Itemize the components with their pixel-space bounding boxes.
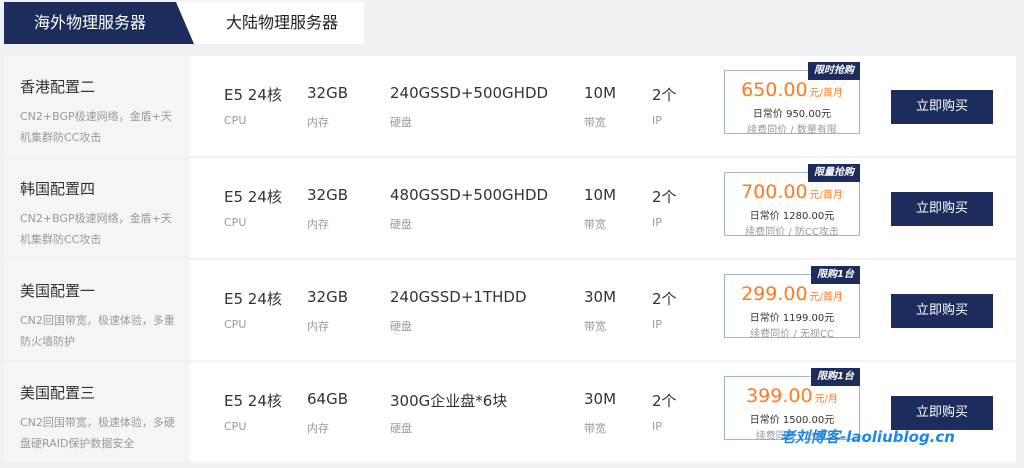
regular-price: 日常价 950.00元	[752, 109, 832, 120]
bandwidth-value: 10M	[584, 84, 617, 102]
price: 650.00 元/首月	[725, 79, 859, 101]
disk-value: 240GSSD+1THDD	[390, 288, 527, 306]
price-amount: 700.00	[741, 181, 808, 203]
row-info: 美国配置三 CN2回国带宽，极速体验，多硬盘硬RAID保护数据安全	[4, 362, 190, 462]
ip-label: IP	[652, 216, 662, 229]
promo-tag: 限购1台	[811, 266, 860, 284]
ip-label: IP	[652, 420, 662, 433]
bandwidth-label: 带宽	[584, 422, 606, 435]
renewal-note: 续费同价 / 数量有限	[747, 125, 837, 136]
tab-overseas-servers[interactable]: 海外物理服务器	[4, 2, 194, 44]
ram-value: 32GB	[307, 84, 349, 102]
ip-value: 2个	[652, 392, 677, 410]
config-title: 香港配置二	[20, 78, 96, 96]
price-box: 限购1台 299.00 元/首月 日常价 1199.00元 续费同价 / 无视CC	[724, 266, 860, 340]
table-row: 美国配置一 CN2回国带宽，极速体验，多重防火墙防护 E5 24核 CPU 32GB…	[4, 260, 1016, 360]
promo-tag: 限量抢购	[808, 164, 860, 182]
bandwidth-value: 30M	[584, 288, 617, 306]
row-info: 韩国配置四 CN2+BGP极速网络，金盾+天机集群防CC攻击	[4, 158, 190, 258]
ram-label: 内存	[307, 218, 329, 231]
buy-now-button[interactable]: 立即购买	[891, 294, 993, 328]
ram-value: 64GB	[307, 390, 349, 408]
cpu-label: CPU	[224, 114, 247, 127]
price: 299.00 元/首月	[725, 283, 859, 305]
price: 700.00 元/首月	[725, 181, 859, 203]
price-unit: 元/首月	[809, 190, 843, 201]
ip-value: 2个	[652, 290, 677, 308]
regular-price: 日常价 1280.00元	[749, 211, 835, 222]
cpu-value: E5 24核	[224, 290, 282, 308]
price-amount: 399.00	[746, 385, 813, 407]
bandwidth-value: 10M	[584, 186, 617, 204]
table-row: 韩国配置四 CN2+BGP极速网络，金盾+天机集群防CC攻击 E5 24核 CPU…	[4, 158, 1016, 258]
price-unit: 元/首月	[809, 88, 843, 99]
table-row: 香港配置二 CN2+BGP极速网络，金盾+天机集群防CC攻击 E5 24核 CPU…	[4, 56, 1016, 156]
cpu-value: E5 24核	[224, 188, 282, 206]
regular-price: 日常价 1199.00元	[749, 313, 835, 324]
price-amount: 299.00	[741, 283, 808, 305]
config-description: CN2+BGP极速网络，金盾+天机集群防CC攻击	[20, 110, 172, 144]
price-box: 限时抢购 650.00 元/首月 日常价 950.00元 续费同价 / 数量有限	[724, 62, 860, 136]
ram-label: 内存	[307, 320, 329, 333]
buy-now-button[interactable]: 立即购买	[891, 90, 993, 124]
price-unit: 元/月	[814, 394, 838, 405]
ram-value: 32GB	[307, 186, 349, 204]
ip-label: IP	[652, 114, 662, 127]
cpu-label: CPU	[224, 420, 247, 433]
bandwidth-label: 带宽	[584, 320, 606, 333]
config-description: CN2回国带宽，极速体验，多硬盘硬RAID保护数据安全	[20, 416, 175, 450]
regular-price: 日常价 1500.00元	[749, 415, 835, 426]
disk-value: 240GSSD+500GHDD	[390, 84, 549, 102]
row-info: 美国配置一 CN2回国带宽，极速体验，多重防火墙防护	[4, 260, 190, 360]
price: 399.00 元/月	[725, 385, 859, 407]
promo-tag: 限购1台	[811, 368, 860, 386]
renewal-note: 续费同价 / 无视CC	[750, 329, 834, 340]
renewal-note: 续费同价 / 防CC攻击	[745, 227, 839, 238]
config-title: 美国配置一	[20, 282, 96, 300]
row-info: 香港配置二 CN2+BGP极速网络，金盾+天机集群防CC攻击	[4, 56, 190, 156]
config-description: CN2+BGP极速网络，金盾+天机集群防CC攻击	[20, 212, 172, 246]
cpu-value: E5 24核	[224, 392, 282, 410]
watermark: 老刘博客-laoliublog.cn	[780, 428, 955, 446]
config-title: 韩国配置四	[20, 180, 96, 198]
bandwidth-label: 带宽	[584, 116, 606, 129]
disk-value: 300G企业盘*6块	[390, 392, 508, 410]
buy-now-button[interactable]: 立即购买	[891, 192, 993, 226]
promo-tag: 限时抢购	[808, 62, 860, 80]
disk-label: 硬盘	[390, 218, 412, 231]
ram-label: 内存	[307, 116, 329, 129]
disk-label: 硬盘	[390, 320, 412, 333]
ip-value: 2个	[652, 188, 677, 206]
disk-value: 480GSSD+500GHDD	[390, 186, 549, 204]
price-unit: 元/首月	[809, 292, 843, 303]
buy-now-button[interactable]: 立即购买	[891, 396, 993, 430]
disk-label: 硬盘	[390, 422, 412, 435]
ram-value: 32GB	[307, 288, 349, 306]
config-description: CN2回国带宽，极速体验，多重防火墙防护	[20, 314, 175, 348]
price-box: 限量抢购 700.00 元/首月 日常价 1280.00元 续费同价 / 防CC攻…	[724, 164, 860, 238]
disk-label: 硬盘	[390, 116, 412, 129]
ip-value: 2个	[652, 86, 677, 104]
config-title: 美国配置三	[20, 384, 96, 402]
table-row: 美国配置三 CN2回国带宽，极速体验，多硬盘硬RAID保护数据安全 E5 24核…	[4, 362, 1016, 462]
cpu-label: CPU	[224, 318, 247, 331]
cpu-label: CPU	[224, 216, 247, 229]
bandwidth-label: 带宽	[584, 218, 606, 231]
server-tabs: 大陆物理服务器 海外物理服务器	[4, 2, 364, 44]
ram-label: 内存	[307, 422, 329, 435]
tab-mainland-servers[interactable]: 大陆物理服务器	[164, 2, 364, 44]
bandwidth-value: 30M	[584, 390, 617, 408]
cpu-value: E5 24核	[224, 86, 282, 104]
ip-label: IP	[652, 318, 662, 331]
price-amount: 650.00	[741, 79, 808, 101]
